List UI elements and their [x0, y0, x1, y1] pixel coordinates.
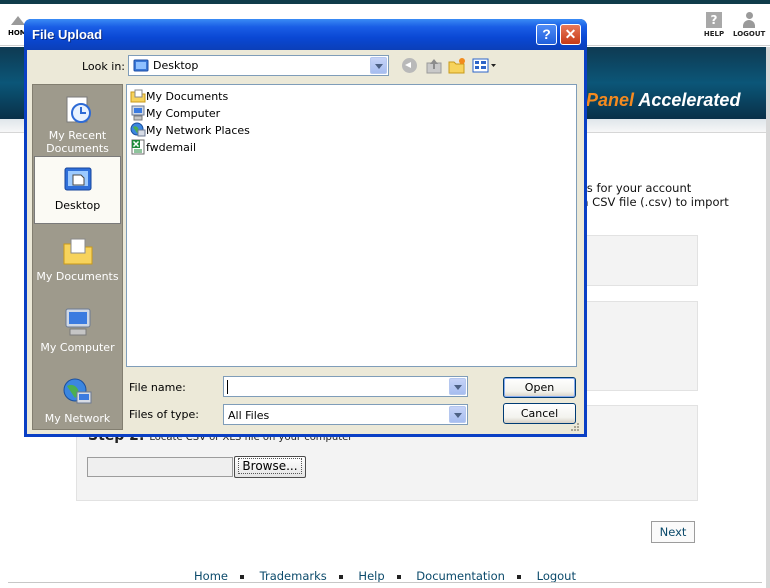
excel-file-icon [131, 139, 145, 155]
help-icon: ? [706, 12, 722, 28]
new-folder-icon[interactable] [448, 57, 466, 75]
dialog-titlebar[interactable]: File Upload ? ✕ [24, 19, 587, 50]
dialog-help-button[interactable]: ? [536, 24, 557, 45]
place-label: My Documents [36, 270, 119, 283]
place-label: Desktop [54, 199, 101, 212]
logout-icon [741, 12, 757, 28]
back-icon[interactable] [401, 57, 419, 75]
footer-separator [516, 574, 521, 579]
file-name-input[interactable] [223, 376, 468, 397]
home-icon [11, 16, 25, 25]
file-upload-dialog: File Upload ? ✕ Look in: Desktop My Rece… [24, 19, 587, 437]
footer-logout-link[interactable]: Logout [537, 569, 576, 583]
file-item-label: fwdemail [146, 141, 196, 154]
cancel-button[interactable]: Cancel [503, 403, 576, 424]
chevron-down-icon[interactable] [449, 406, 466, 423]
place-label: My Network [44, 412, 111, 425]
my-computer-icon [65, 308, 90, 336]
text-caret [227, 380, 228, 394]
footer-help-link[interactable]: Help [358, 569, 384, 583]
file-item-label: My Computer [146, 107, 221, 120]
file-path-input[interactable] [87, 457, 233, 477]
look-in-label: Look in: [82, 60, 125, 73]
help-label: HELP [703, 30, 725, 38]
options-panel [575, 301, 698, 391]
footer-separator [239, 574, 244, 579]
file-item-label: My Documents [146, 90, 229, 103]
file-list[interactable]: My Documents My Computer My Network Plac… [126, 84, 577, 367]
place-label: My Recent Documents [46, 129, 109, 155]
my-documents-icon [63, 238, 92, 265]
dialog-body: Look in: Desktop My Recent Documents Des… [27, 50, 584, 434]
footer-home-link[interactable]: Home [194, 569, 228, 583]
open-button[interactable]: Open [503, 377, 576, 398]
place-recent-documents[interactable]: My Recent Documents [34, 87, 121, 155]
footer-separator [396, 574, 401, 579]
my-network-icon [63, 378, 91, 404]
chevron-down-icon[interactable] [370, 57, 387, 74]
file-item-label: My Network Places [146, 124, 250, 137]
place-my-computer[interactable]: My Computer [34, 299, 121, 367]
file-name-label: File name: [129, 381, 186, 394]
desktop-small-icon [133, 59, 149, 72]
step1-panel [575, 235, 698, 286]
network-icon [130, 122, 146, 137]
footer-separator [338, 574, 343, 579]
browse-button[interactable]: Browse... [234, 456, 306, 478]
intro-text: ers for your account ka CSV file (.csv) … [575, 181, 729, 209]
dialog-title: File Upload [32, 27, 103, 42]
look-in-value: Desktop [153, 59, 199, 72]
recent-documents-icon [66, 96, 91, 123]
place-desktop[interactable]: Desktop [34, 156, 121, 224]
page-scrollbar[interactable] [766, 47, 770, 588]
files-of-type-dropdown[interactable]: All Files [223, 404, 468, 425]
footer-divider [8, 582, 762, 583]
dialog-close-button[interactable]: ✕ [560, 24, 581, 45]
desktop-icon [64, 167, 91, 191]
chevron-down-icon[interactable] [449, 378, 466, 395]
view-menu-icon[interactable] [472, 57, 498, 75]
logout-button[interactable]: LOGOUT [733, 12, 765, 38]
up-folder-icon[interactable] [425, 57, 443, 75]
place-my-documents[interactable]: My Documents [34, 228, 121, 296]
next-button[interactable]: Next [651, 521, 695, 543]
place-my-network[interactable]: My Network [34, 370, 121, 438]
resize-grip-icon[interactable] [570, 422, 580, 432]
files-of-type-label: Files of type: [129, 408, 200, 421]
computer-icon [131, 105, 145, 121]
cpanel-logo: Panel Accelerated [586, 90, 741, 110]
footer-nav: Home Trademarks Help Documentation Logou… [0, 569, 770, 583]
files-of-type-value: All Files [228, 409, 270, 422]
places-bar: My Recent Documents Desktop My Documents [32, 84, 123, 430]
footer-trademarks-link[interactable]: Trademarks [260, 569, 327, 583]
place-label: My Computer [40, 341, 115, 354]
look-in-dropdown[interactable]: Desktop [128, 55, 389, 76]
folder-icon [130, 89, 146, 103]
footer-documentation-link[interactable]: Documentation [416, 569, 505, 583]
help-button[interactable]: ? HELP [698, 12, 730, 38]
logout-label: LOGOUT [733, 30, 766, 38]
